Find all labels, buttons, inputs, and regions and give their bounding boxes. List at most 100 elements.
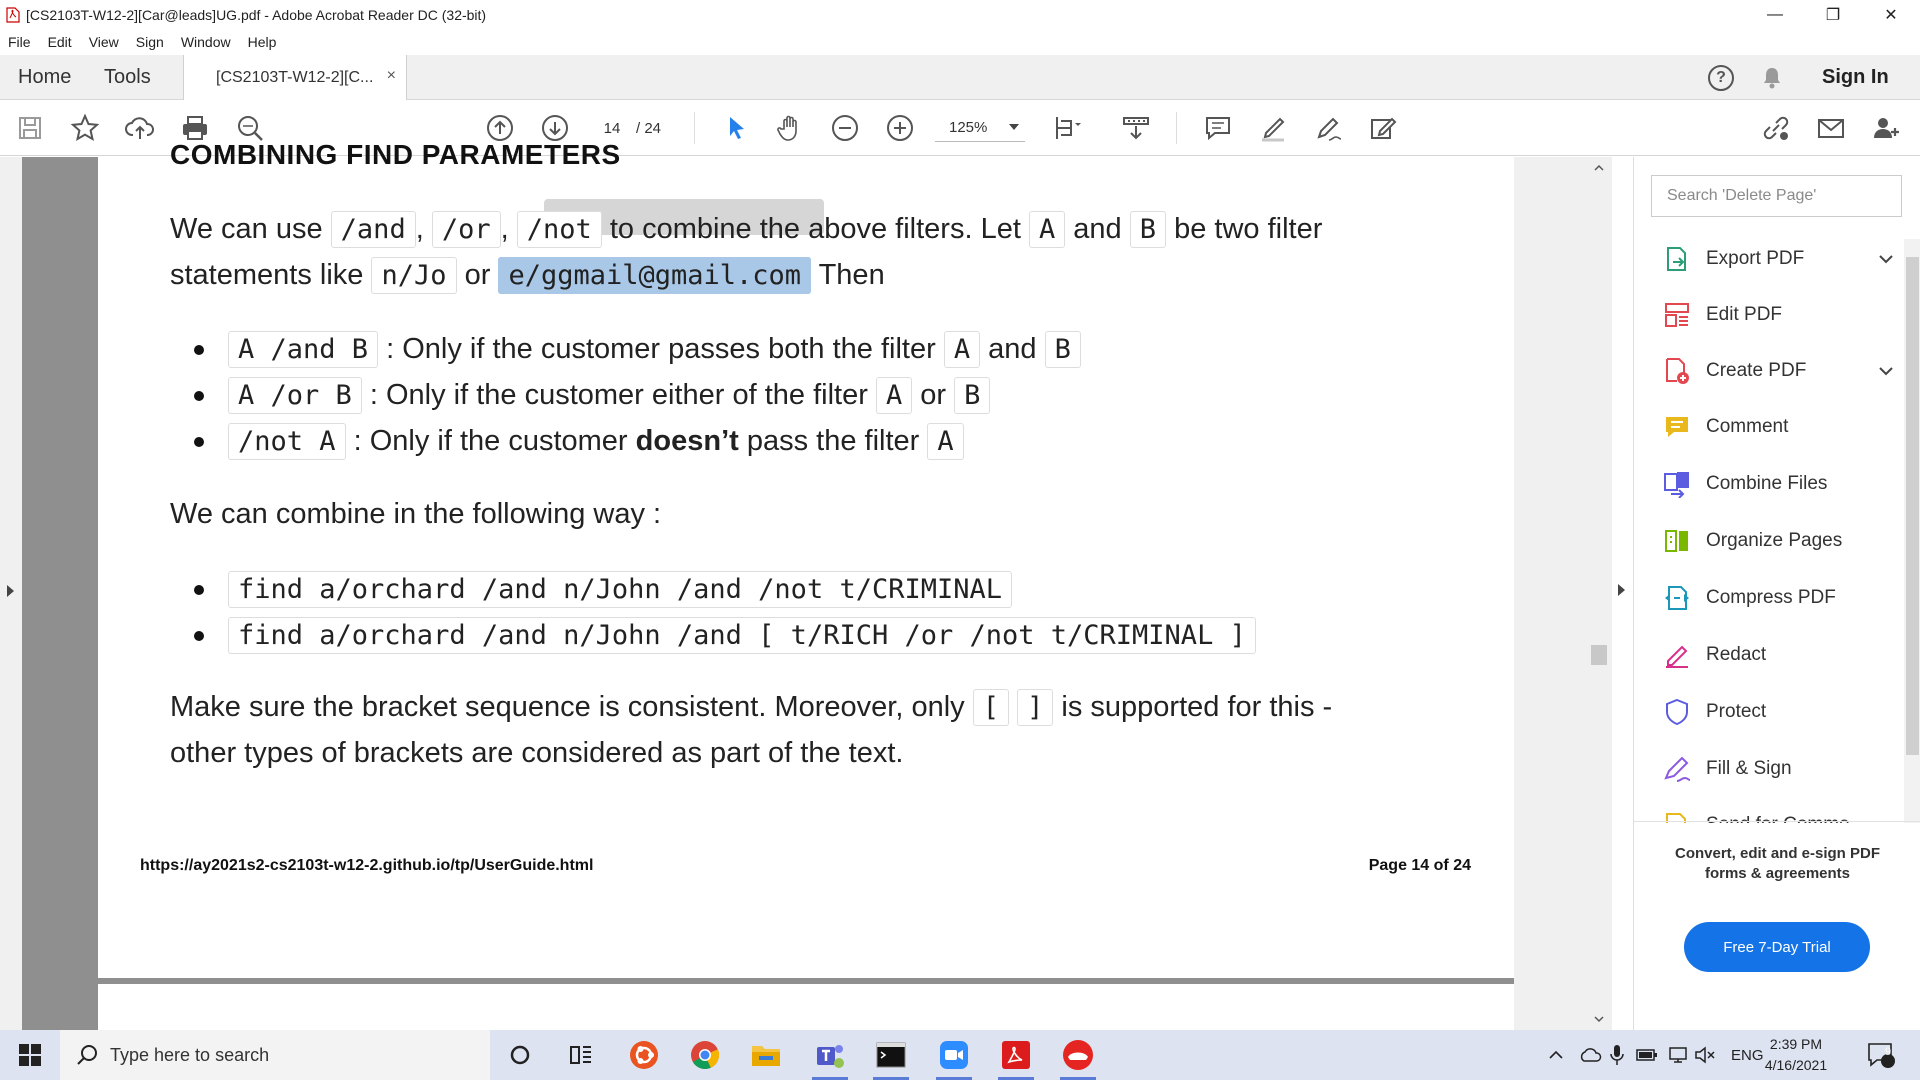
- menu-file[interactable]: File: [8, 34, 31, 50]
- tool-create-pdf[interactable]: Create PDF: [1662, 351, 1902, 391]
- acrobat-taskbar-icon[interactable]: [998, 1037, 1034, 1080]
- onedrive-icon[interactable]: [1578, 1030, 1602, 1080]
- taskbar-search-input[interactable]: Type here to search: [60, 1030, 490, 1080]
- example-2: find a/orchard /and n/John /and [ t/RICH…: [228, 613, 1256, 658]
- tool-export-pdf[interactable]: Export PDF: [1662, 239, 1902, 279]
- save-icon[interactable]: [14, 112, 46, 144]
- teams-icon[interactable]: [812, 1037, 848, 1080]
- zoom-level-select[interactable]: 125%: [935, 114, 1025, 142]
- share-link-icon[interactable]: [1760, 112, 1792, 144]
- file-explorer-icon[interactable]: [748, 1037, 784, 1073]
- zoom-app-icon[interactable]: [936, 1037, 972, 1080]
- tool-edit-pdf[interactable]: Edit PDF: [1662, 295, 1902, 335]
- tool-fill-sign[interactable]: Fill & Sign: [1662, 749, 1902, 789]
- page-total: / 24: [636, 119, 662, 137]
- menu-bar: File Edit View Sign Window Help: [0, 29, 1920, 55]
- tool-compress-pdf[interactable]: Compress PDF: [1662, 578, 1902, 618]
- notification-bell-icon[interactable]: [1761, 66, 1783, 90]
- paragraph-brackets: Make sure the bracket sequence is consis…: [170, 685, 1332, 730]
- code-not: /not: [516, 211, 602, 248]
- menu-view[interactable]: View: [89, 34, 119, 50]
- taskbar-search-placeholder: Type here to search: [110, 1044, 270, 1065]
- upload-cloud-icon[interactable]: [124, 112, 156, 144]
- tab-home[interactable]: Home: [18, 55, 71, 100]
- tools-panel-scroll-thumb[interactable]: [1906, 257, 1919, 755]
- compress-pdf-icon: [1662, 583, 1692, 613]
- fill-sign-pen-icon[interactable]: [1312, 112, 1344, 144]
- windows-taskbar: Type here to search ENG 2:39 PM 4/16/202…: [0, 1030, 1920, 1080]
- scroll-up-icon[interactable]: [1594, 163, 1604, 173]
- close-window-button[interactable]: ✕: [1862, 0, 1920, 29]
- sign-in-button[interactable]: Sign In: [1822, 55, 1889, 100]
- terminal-icon[interactable]: [873, 1037, 909, 1080]
- export-pdf-icon: [1662, 244, 1692, 274]
- tool-combine-files[interactable]: Combine Files: [1662, 464, 1902, 504]
- tool-organize-pages[interactable]: Organize Pages: [1662, 521, 1902, 561]
- bullet-dot: [194, 437, 204, 447]
- app-icon-red[interactable]: [1060, 1037, 1096, 1080]
- tool-redact[interactable]: Redact: [1662, 635, 1902, 675]
- chrome-icon[interactable]: [687, 1037, 723, 1073]
- code-a: A: [1028, 211, 1066, 248]
- code-email-filter-selected[interactable]: e/ggmail@gmail.com: [498, 257, 812, 294]
- acrobat-app-icon: [6, 6, 20, 23]
- cortana-icon[interactable]: [502, 1037, 538, 1073]
- menu-help[interactable]: Help: [248, 34, 277, 50]
- minimize-button[interactable]: —: [1746, 0, 1804, 29]
- menu-sign[interactable]: Sign: [136, 34, 164, 50]
- tab-tools[interactable]: Tools: [104, 55, 151, 100]
- scrolling-mode-icon[interactable]: [1120, 112, 1152, 144]
- bullet-or: A /or B : Only if the customer either of…: [228, 373, 991, 418]
- close-tab-icon[interactable]: ×: [387, 67, 396, 85]
- tab-bar: Home Tools [CS2103T-W12-2][C... × ? Sign…: [0, 55, 1920, 101]
- tab-document[interactable]: [CS2103T-W12-2][C... ×: [183, 55, 407, 101]
- task-view-icon[interactable]: [563, 1037, 599, 1073]
- page-footer-number: Page 14 of 24: [1368, 857, 1471, 874]
- zoom-out-icon[interactable]: [829, 112, 861, 144]
- battery-icon[interactable]: [1636, 1030, 1658, 1080]
- tools-panel-scrollbar[interactable]: [1904, 239, 1920, 823]
- notification-center-icon[interactable]: 9: [1866, 1030, 1896, 1080]
- clock-time: 2:39 PM: [1769, 1036, 1823, 1052]
- title-bar: [CS2103T-W12-2][Car@leads]UG.pdf - Adobe…: [0, 0, 1920, 29]
- free-trial-button[interactable]: Free 7-Day Trial: [1684, 922, 1870, 972]
- expand-left-panel-icon[interactable]: [7, 585, 14, 597]
- start-button[interactable]: [0, 1030, 60, 1080]
- combine-files-icon: [1662, 469, 1692, 499]
- code-and: /and: [330, 211, 416, 248]
- zoom-in-icon[interactable]: [884, 112, 916, 144]
- email-icon[interactable]: [1815, 112, 1847, 144]
- tool-protect[interactable]: Protect: [1662, 692, 1902, 732]
- maximize-button[interactable]: ❐: [1804, 0, 1862, 29]
- select-cursor-icon[interactable]: [720, 112, 752, 144]
- chevron-down-icon[interactable]: [1878, 363, 1894, 379]
- ubuntu-icon[interactable]: [626, 1037, 662, 1073]
- chevron-down-icon[interactable]: [1878, 251, 1894, 267]
- taskbar-clock[interactable]: 2:39 PM 4/16/2021: [1754, 1034, 1838, 1076]
- comment-icon[interactable]: [1202, 112, 1234, 144]
- hand-tool-icon[interactable]: [774, 112, 806, 144]
- menu-window[interactable]: Window: [181, 34, 231, 50]
- tool-comment[interactable]: Comment: [1662, 407, 1902, 447]
- scrollbar-thumb[interactable]: [1591, 645, 1607, 665]
- toolbar-divider: [694, 112, 695, 144]
- microphone-icon[interactable]: [1610, 1030, 1624, 1080]
- network-icon[interactable]: [1666, 1030, 1688, 1080]
- collapse-right-panel-icon[interactable]: [1618, 584, 1625, 596]
- help-icon[interactable]: ?: [1708, 65, 1734, 91]
- add-user-icon[interactable]: [1870, 112, 1902, 144]
- menu-edit[interactable]: Edit: [48, 34, 72, 50]
- highlight-pen-icon[interactable]: [1257, 112, 1289, 144]
- edit-pdf-icon: [1662, 300, 1692, 330]
- tools-search-input[interactable]: Search 'Delete Page': [1651, 175, 1902, 217]
- page-fit-icon[interactable]: [1052, 112, 1084, 144]
- show-hidden-icons[interactable]: [1548, 1030, 1564, 1080]
- next-pdf-page: [98, 984, 1514, 1030]
- volume-muted-icon[interactable]: [1694, 1030, 1716, 1080]
- bookmark-star-icon[interactable]: [69, 112, 101, 144]
- scroll-down-icon[interactable]: [1594, 1014, 1604, 1024]
- document-scrollbar[interactable]: [1586, 157, 1612, 1030]
- page-number-input[interactable]: 14: [592, 114, 632, 142]
- edit-form-icon[interactable]: [1367, 112, 1399, 144]
- promo-text: Convert, edit and e-sign PDF forms & agr…: [1674, 845, 1881, 882]
